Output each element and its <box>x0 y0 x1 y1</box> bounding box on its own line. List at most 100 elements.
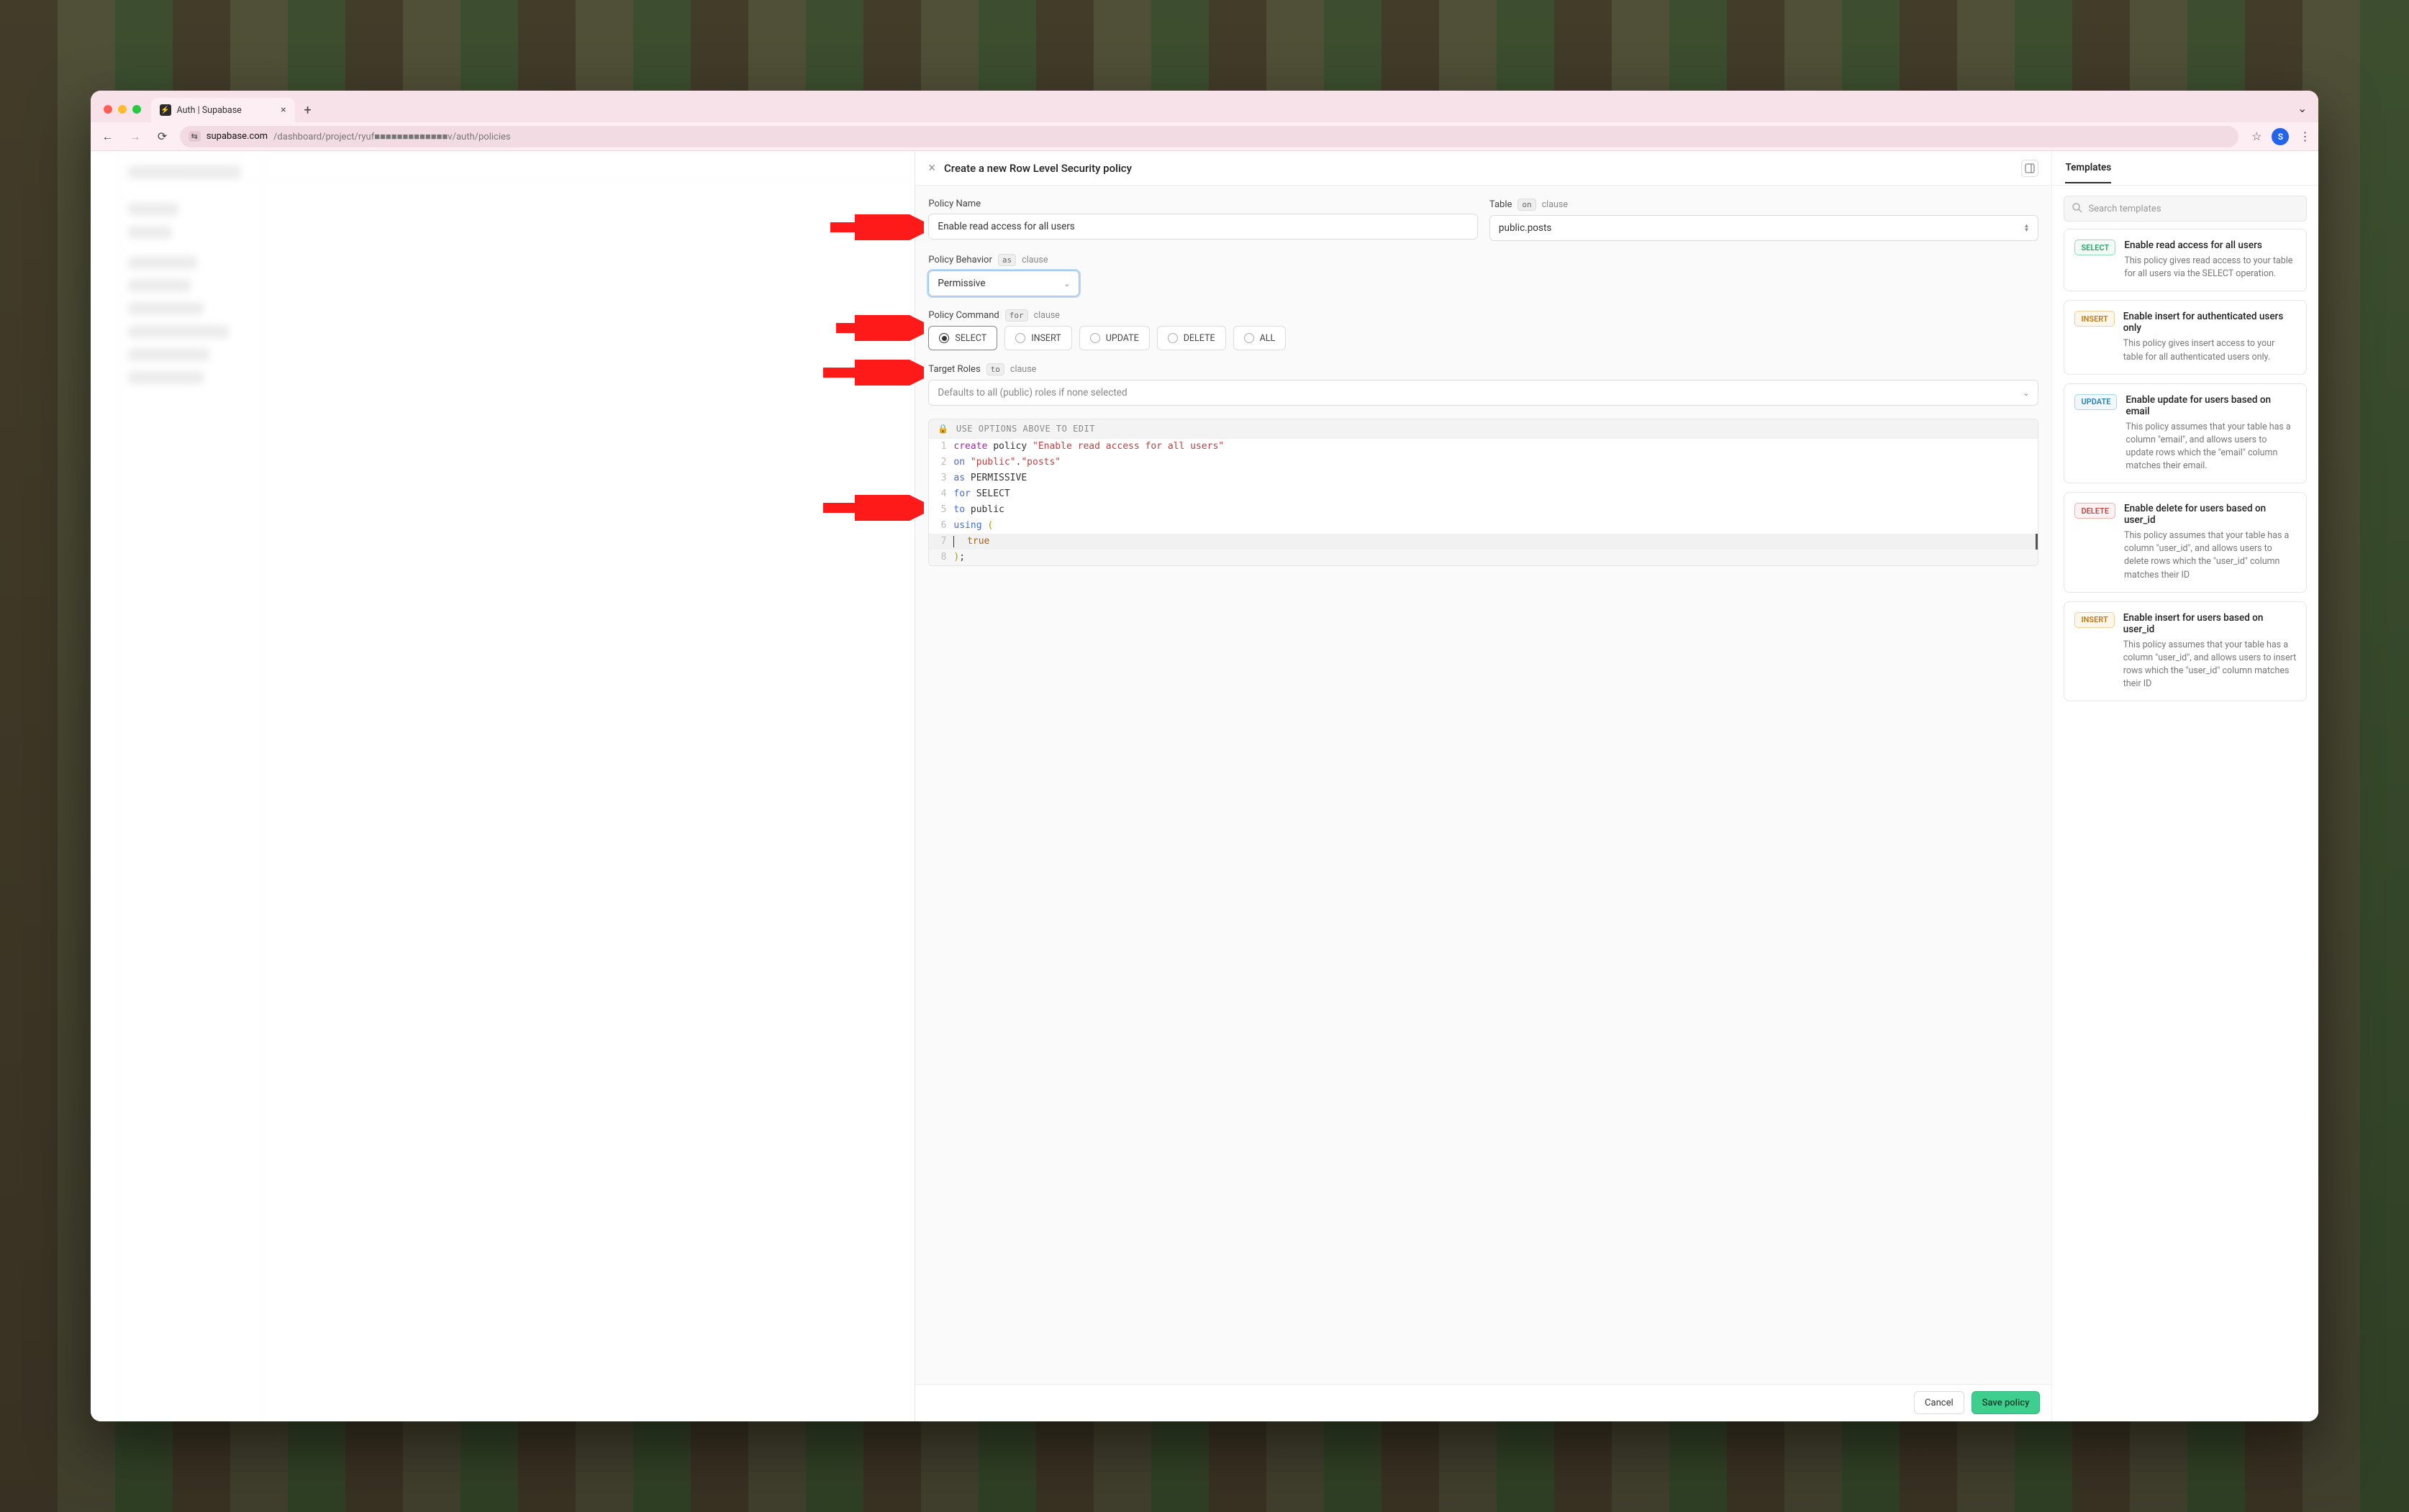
roles-select[interactable]: Defaults to all (public) roles if none s… <box>928 380 2038 406</box>
radio-dot-icon <box>1090 333 1100 343</box>
page-content: × Create a new Row Level Security policy… <box>91 151 2319 1421</box>
tabs-overflow-icon[interactable]: ⌄ <box>2297 101 2307 115</box>
template-card[interactable]: SELECT Enable read access for all usersTh… <box>2064 229 2307 291</box>
command-radio-select[interactable]: SELECT <box>928 326 997 350</box>
command-field: Policy Command for clause SELECT INSERT UP… <box>928 309 2038 350</box>
command-radio-update[interactable]: UPDATE <box>1079 326 1150 350</box>
behavior-field: Policy Behavior as clause Permissive ⌄ <box>928 254 1079 296</box>
code-line[interactable]: 2on "public"."posts" <box>929 455 2038 470</box>
url-path: /dashboard/project/ryuf■■■■■■■■■■■■■v/au… <box>273 131 511 142</box>
template-body: Enable insert for users based on user_id… <box>2123 612 2297 691</box>
template-badge: SELECT <box>2074 240 2115 255</box>
command-radio-all[interactable]: ALL <box>1233 326 1287 350</box>
policy-name-label: Policy Name <box>928 199 981 209</box>
template-title: Enable insert for authenticated users on… <box>2123 311 2297 334</box>
table-label: Table <box>1489 199 1512 210</box>
cancel-button[interactable]: Cancel <box>1914 1391 1964 1414</box>
collapse-sidebar-icon[interactable] <box>2021 160 2038 177</box>
code-line[interactable]: 7 true <box>929 534 2038 550</box>
radio-dot-icon <box>1015 333 1025 343</box>
template-badge: INSERT <box>2074 612 2114 628</box>
line-number: 1 <box>929 439 953 455</box>
table-select[interactable]: public.posts ▲▼ <box>1489 215 2039 241</box>
window-minimize-icon[interactable] <box>118 105 127 114</box>
line-number: 5 <box>929 502 953 518</box>
template-badge: INSERT <box>2074 311 2114 327</box>
template-card[interactable]: UPDATEEnable update for users based on e… <box>2064 383 2307 484</box>
template-card[interactable]: DELETEEnable delete for users based on u… <box>2064 492 2307 593</box>
roles-placeholder: Defaults to all (public) roles if none s… <box>938 387 1127 399</box>
command-radio-delete[interactable]: DELETE <box>1157 326 1226 350</box>
forward-button[interactable]: → <box>125 127 145 147</box>
template-description: This policy assumes that your table has … <box>2123 639 2297 691</box>
behavior-label: Policy Behavior <box>928 255 992 265</box>
reload-button[interactable]: ⟳ <box>153 127 173 147</box>
command-radio-label: DELETE <box>1184 333 1215 344</box>
code-content: true <box>953 534 989 550</box>
as-chip: as <box>998 254 1016 266</box>
template-card[interactable]: INSERT Enable insert for authenticated us… <box>2064 300 2307 374</box>
sql-editor[interactable]: 🔒 USE OPTIONS ABOVE TO EDIT 1create poli… <box>928 419 2038 566</box>
profile-avatar[interactable]: S <box>2272 128 2289 145</box>
for-chip: for <box>1005 309 1028 322</box>
on-chip: on <box>1517 199 1535 211</box>
modal-header: × Create a new Row Level Security policy <box>915 151 2051 186</box>
browser-tab[interactable]: ⚡ Auth | Supabase × <box>151 98 295 122</box>
address-bar[interactable]: ⇆ supabase.com/dashboard/project/ryuf■■■… <box>180 126 2239 147</box>
templates-pane: Templates Search templates SELECT Enable … <box>2052 151 2318 1421</box>
browser-window: ⚡ Auth | Supabase × + ⌄ ← → ⟳ ⇆ supabase… <box>91 91 2319 1421</box>
save-policy-button[interactable]: Save policy <box>1972 1391 2041 1414</box>
policy-form-pane: × Create a new Row Level Security policy… <box>915 151 2052 1421</box>
command-radio-group: SELECT INSERT UPDATE DELETE ALL <box>928 326 2038 350</box>
window-close-icon[interactable] <box>104 105 112 114</box>
code-content: using ( <box>953 518 993 534</box>
radio-dot-icon <box>1168 333 1178 343</box>
sql-editor-banner: 🔒 USE OPTIONS ABOVE TO EDIT <box>929 419 2038 439</box>
browser-menu-icon[interactable]: ⋮ <box>2299 129 2311 143</box>
template-body: Enable read access for all usersThis pol… <box>2124 240 2296 281</box>
template-body: Enable delete for users based on user_id… <box>2124 503 2296 582</box>
template-card[interactable]: INSERT Enable insert for users based on u… <box>2064 601 2307 702</box>
tab-close-icon[interactable]: × <box>281 104 286 116</box>
command-clause: clause <box>1034 310 1060 321</box>
command-radio-label: INSERT <box>1031 333 1061 344</box>
code-line[interactable]: 8); <box>929 550 2038 565</box>
templates-header: Templates <box>2052 151 2318 186</box>
command-radio-label: UPDATE <box>1106 333 1139 344</box>
browser-tab-strip: ⚡ Auth | Supabase × + ⌄ <box>91 91 2319 122</box>
line-number: 7 <box>929 534 953 550</box>
window-controls <box>98 105 147 122</box>
to-chip: to <box>986 363 1004 375</box>
code-line[interactable]: 3as PERMISSIVE <box>929 470 2038 486</box>
rls-policy-modal: × Create a new Row Level Security policy… <box>915 151 2318 1421</box>
bookmark-icon[interactable]: ☆ <box>2251 129 2261 143</box>
close-icon[interactable]: × <box>928 160 935 176</box>
template-description: This policy assumes that your table has … <box>2126 421 2296 473</box>
updown-caret-icon: ▲▼ <box>2024 224 2030 232</box>
line-number: 4 <box>929 486 953 502</box>
site-info-icon[interactable]: ⇆ <box>189 131 201 142</box>
new-tab-button[interactable]: + <box>298 100 318 120</box>
command-label: Policy Command <box>928 310 999 321</box>
table-value: public.posts <box>1499 222 1551 234</box>
template-title: Enable read access for all users <box>2124 240 2296 251</box>
code-line[interactable]: 4for SELECT <box>929 486 2038 502</box>
back-button[interactable]: ← <box>98 127 118 147</box>
policy-name-input[interactable]: Enable read access for all users <box>928 214 1478 240</box>
policy-name-field: Policy Name Enable read access for all u… <box>928 199 1478 241</box>
tab-title: Auth | Supabase <box>177 105 242 116</box>
sql-lines[interactable]: 1create policy "Enable read access for a… <box>929 439 2038 565</box>
code-content: as PERMISSIVE <box>953 470 1027 486</box>
window-zoom-icon[interactable] <box>132 105 141 114</box>
code-content: for SELECT <box>953 486 1010 502</box>
templates-search-input[interactable]: Search templates <box>2064 196 2307 222</box>
sql-banner-text: USE OPTIONS ABOVE TO EDIT <box>956 424 1095 434</box>
template-title: Enable delete for users based on user_id <box>2124 503 2296 526</box>
line-number: 8 <box>929 550 953 565</box>
chevron-down-icon: ⌄ <box>1063 279 1070 288</box>
code-line[interactable]: 5to public <box>929 502 2038 518</box>
behavior-select[interactable]: Permissive ⌄ <box>928 270 1079 296</box>
code-line[interactable]: 1create policy "Enable read access for a… <box>929 439 2038 455</box>
command-radio-insert[interactable]: INSERT <box>1004 326 1072 350</box>
code-line[interactable]: 6using ( <box>929 518 2038 534</box>
